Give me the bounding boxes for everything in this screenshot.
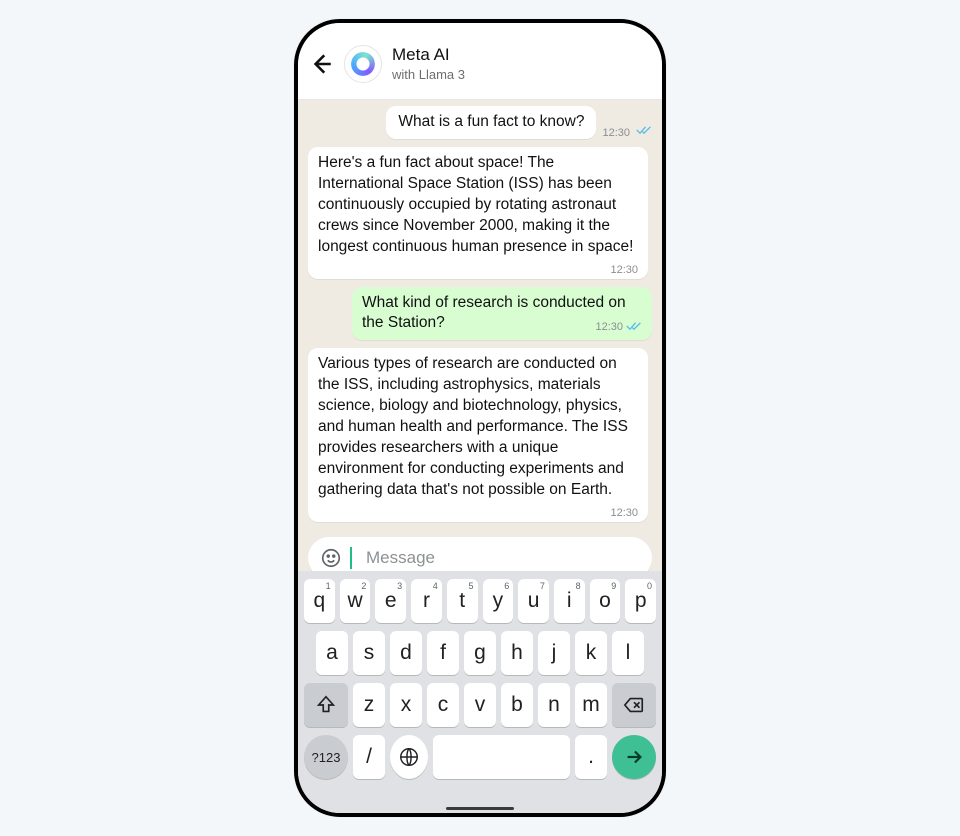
key-e[interactable]: e3 (375, 579, 406, 623)
backspace-key[interactable] (612, 683, 656, 727)
key-superscript: 0 (647, 581, 652, 591)
slash-key[interactable]: / (353, 735, 385, 779)
key-d[interactable]: d (390, 631, 422, 675)
shift-icon (315, 694, 337, 716)
key-t[interactable]: t5 (447, 579, 478, 623)
key-f[interactable]: f (427, 631, 459, 675)
key-u[interactable]: u7 (518, 579, 549, 623)
chat-header: Meta AI with Llama 3 (298, 23, 662, 100)
arrow-right-icon (623, 746, 645, 768)
message-received[interactable]: Here's a fun fact about space! The Inter… (308, 147, 648, 279)
message-input[interactable] (364, 547, 640, 569)
key-z[interactable]: z (353, 683, 385, 727)
keyboard-row: q1w2e3r4t5y6u7i8o9p0 (304, 579, 656, 623)
backspace-icon (623, 694, 645, 716)
header-text[interactable]: Meta AI with Llama 3 (392, 46, 465, 82)
keyboard-row: zxcvbnm (304, 683, 656, 727)
numbers-key[interactable]: ?123 (304, 735, 348, 779)
meta-ai-ring-icon (351, 52, 375, 76)
key-b[interactable]: b (501, 683, 533, 727)
message-time: 12:30 (595, 322, 623, 333)
key-superscript: 1 (326, 581, 331, 591)
key-superscript: 7 (540, 581, 545, 591)
key-i[interactable]: i8 (554, 579, 585, 623)
read-receipt-icon (626, 320, 642, 334)
home-indicator (446, 807, 514, 810)
key-y[interactable]: y6 (483, 579, 514, 623)
key-a[interactable]: a (316, 631, 348, 675)
key-o[interactable]: o9 (590, 579, 621, 623)
arrow-left-icon (308, 51, 334, 77)
chat-title: Meta AI (392, 46, 465, 65)
message-sent[interactable]: What kind of research is conducted on th… (352, 287, 652, 341)
message-time: 12:30 (610, 508, 638, 519)
key-s[interactable]: s (353, 631, 385, 675)
key-label: / (366, 745, 372, 769)
key-n[interactable]: n (538, 683, 570, 727)
key-superscript: 2 (361, 581, 366, 591)
period-key[interactable]: . (575, 735, 607, 779)
key-p[interactable]: p0 (625, 579, 656, 623)
key-label: ?123 (312, 750, 341, 765)
key-superscript: 4 (433, 581, 438, 591)
key-v[interactable]: v (464, 683, 496, 727)
message-text: Here's a fun fact about space! The Inter… (318, 154, 633, 255)
message-received[interactable]: Various types of research are conducted … (308, 348, 648, 521)
shift-key[interactable] (304, 683, 348, 727)
key-superscript: 3 (397, 581, 402, 591)
message-bubble[interactable]: What is a fun fact to know? (386, 106, 596, 139)
keyboard-row: asdfghjkl (304, 631, 656, 675)
key-w[interactable]: w2 (340, 579, 371, 623)
message-time: 12:30 (610, 265, 638, 276)
key-j[interactable]: j (538, 631, 570, 675)
avatar[interactable] (344, 45, 382, 83)
language-key[interactable] (390, 735, 428, 779)
emoji-icon (320, 547, 342, 569)
message-sent: What is a fun fact to know? 12:30 (386, 106, 652, 139)
globe-icon (398, 746, 420, 768)
back-button[interactable] (308, 51, 334, 77)
key-r[interactable]: r4 (411, 579, 442, 623)
chat-subtitle: with Llama 3 (392, 67, 465, 83)
key-superscript: 8 (576, 581, 581, 591)
message-time: 12:30 (602, 127, 630, 139)
emoji-button[interactable] (320, 547, 342, 569)
phone-frame: Meta AI with Llama 3 What is a fun fact … (294, 19, 666, 817)
key-x[interactable]: x (390, 683, 422, 727)
key-h[interactable]: h (501, 631, 533, 675)
chat-scroll[interactable]: What is a fun fact to know? 12:30 Here's… (298, 100, 662, 530)
key-q[interactable]: q1 (304, 579, 335, 623)
space-key[interactable] (433, 735, 570, 779)
key-k[interactable]: k (575, 631, 607, 675)
key-l[interactable]: l (612, 631, 644, 675)
key-superscript: 5 (468, 581, 473, 591)
key-m[interactable]: m (575, 683, 607, 727)
keyboard-row: ?123 / . (304, 735, 656, 779)
message-text: What is a fun fact to know? (398, 113, 584, 130)
message-text: What kind of research is conducted on th… (362, 294, 626, 332)
message-text: Various types of research are conducted … (318, 355, 628, 498)
soft-keyboard: q1w2e3r4t5y6u7i8o9p0 asdfghjkl zxcvbnm ?… (298, 571, 662, 813)
key-c[interactable]: c (427, 683, 459, 727)
key-superscript: 6 (504, 581, 509, 591)
read-receipt-icon (636, 124, 652, 139)
text-caret (350, 547, 352, 569)
send-key[interactable] (612, 735, 656, 779)
key-g[interactable]: g (464, 631, 496, 675)
key-superscript: 9 (611, 581, 616, 591)
key-label: . (588, 745, 594, 769)
